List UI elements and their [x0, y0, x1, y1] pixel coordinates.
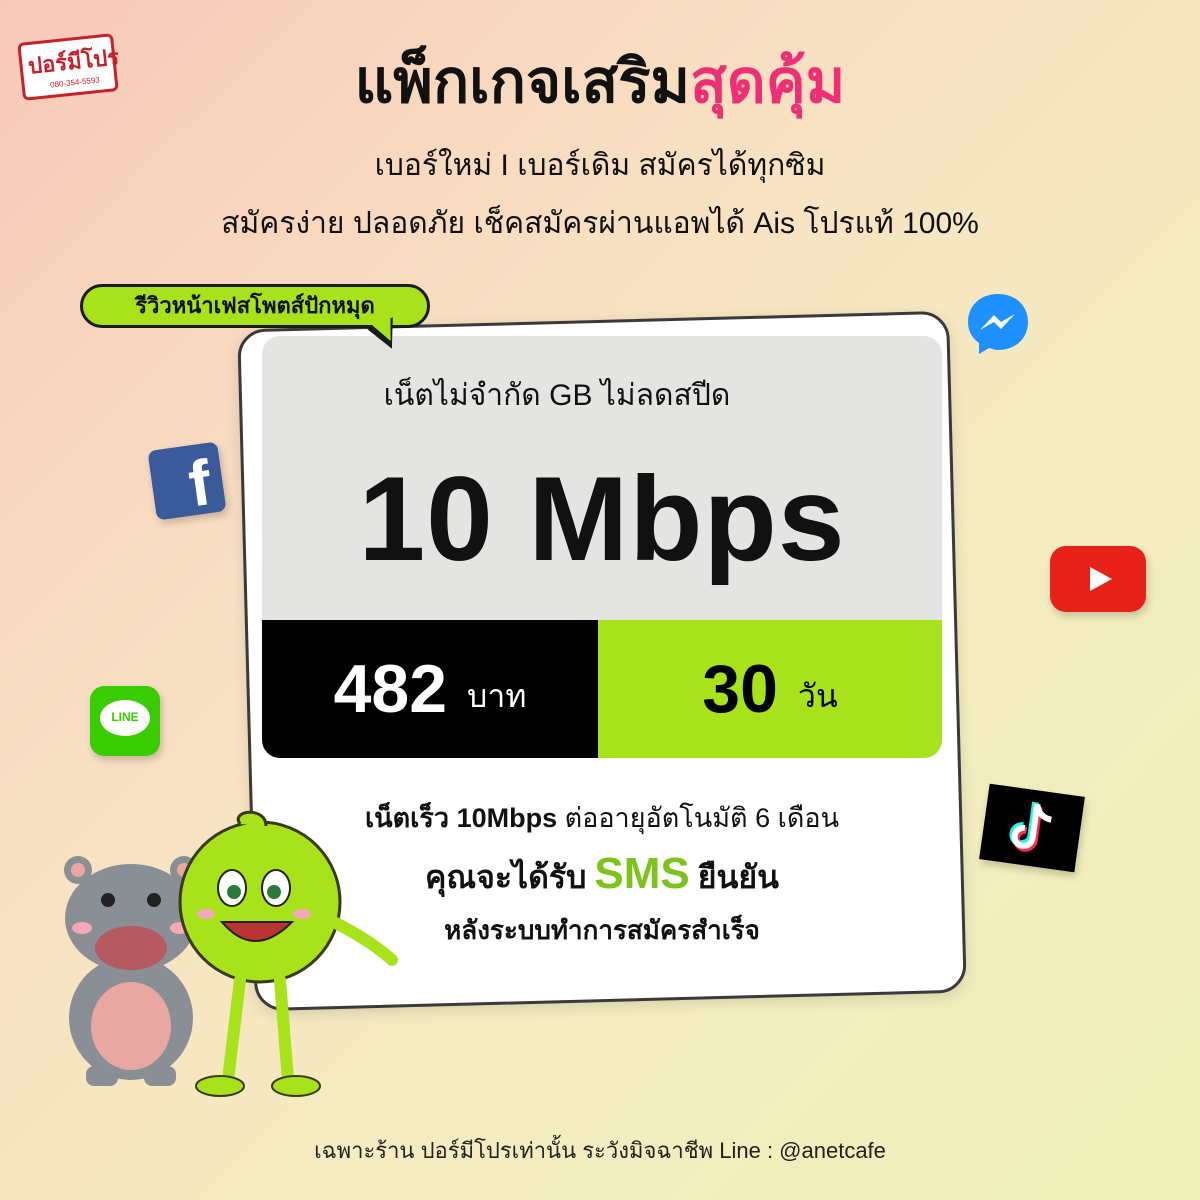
days-value: 30 [702, 651, 778, 727]
days-unit: วัน [797, 677, 838, 714]
subtitle-1: เบอร์ใหม่ I เบอร์เดิม สมัครได้ทุกซิม [374, 149, 826, 182]
price-box: 482 บาท [262, 620, 598, 758]
detail-renewal: ต่ออายุอัตโนมัติ 6 เดือน [557, 803, 840, 833]
title-main: แพ็กเกจเสริม [354, 48, 691, 115]
green-mascot [178, 810, 398, 1097]
sms-post: ยืนยัน [697, 859, 779, 895]
title-accent: สุดคุ้ม [690, 48, 846, 115]
line-icon-label: LINE [111, 710, 139, 724]
sms-pre: คุณจะได้รับ [424, 859, 587, 895]
speed-value: 10 Mbps [358, 452, 846, 586]
price-unit: บาท [467, 677, 527, 714]
facebook-icon: f [147, 441, 227, 521]
messenger-icon [968, 294, 1028, 354]
duration-box: 30 วัน [598, 620, 942, 758]
net-description: เน็ตไม่จำกัด GB ไม่ลดสปีด [383, 379, 731, 412]
tiktok-icon [979, 783, 1085, 873]
price-value: 482 [333, 651, 448, 727]
sms-label: SMS [594, 849, 690, 898]
subtitle-2: สมัครง่าย ปลอดภัย เช็คสมัครผ่านแอพได้ Ai… [221, 207, 979, 240]
youtube-icon [1050, 546, 1146, 612]
footer-note: เฉพาะร้าน ปอร์มีโปรเท่านั้น ระวังมิจฉาชี… [314, 1138, 886, 1163]
page-title: แพ็กเกจเสริมสุดคุ้ม [0, 42, 1200, 122]
line-icon: LINE [90, 686, 160, 756]
package-panel: เน็ตไม่จำกัด GB ไม่ลดสปีด 10 Mbps 482 บา… [262, 336, 942, 758]
